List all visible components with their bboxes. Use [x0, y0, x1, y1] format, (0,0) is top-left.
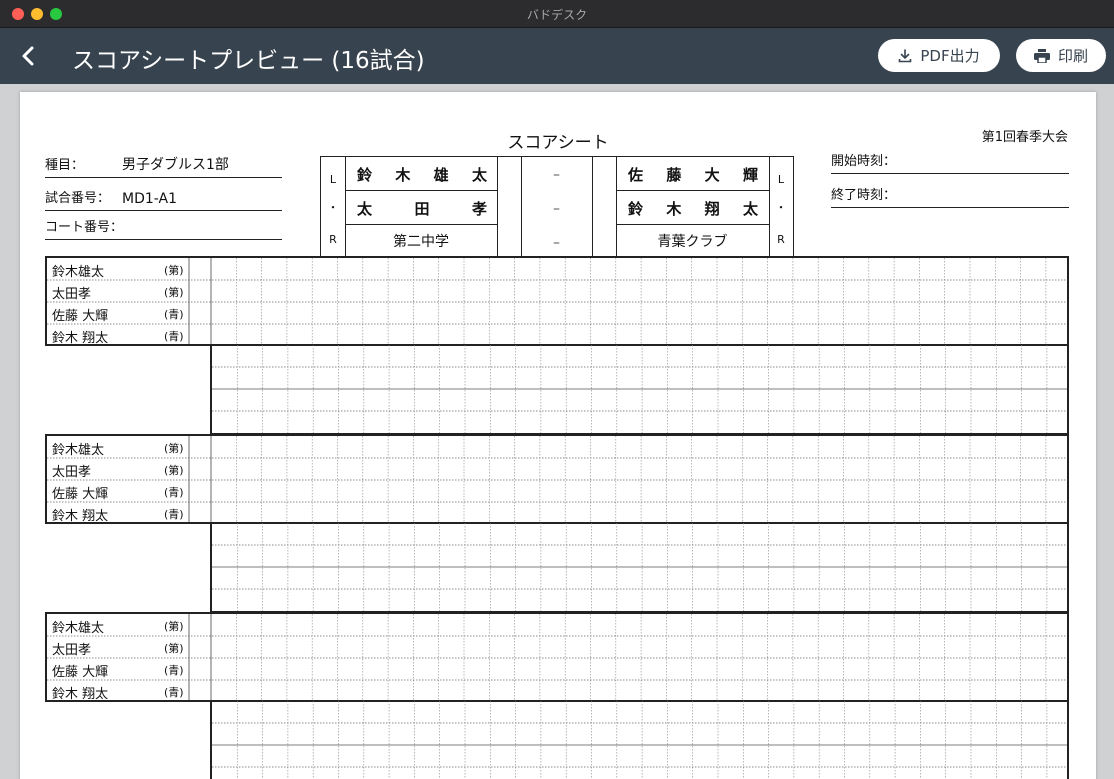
score-grid-box	[210, 523, 1069, 613]
window-titlebar: バドデスク	[0, 0, 1114, 28]
left-team-name: 第二中学	[393, 234, 449, 250]
app-header: スコアシートプレビュー (16試合) PDF出力 印刷	[0, 28, 1114, 84]
print-label: 印刷	[1057, 47, 1088, 65]
game-1-score: –	[553, 167, 560, 183]
player-grid-lines	[47, 436, 1067, 522]
lr-left-mid: ・	[327, 201, 339, 214]
score-grid-box	[210, 701, 1069, 779]
right-player-1: 佐藤大輝	[628, 165, 758, 184]
event-field: 種目： 男子ダブルス1部	[45, 154, 282, 178]
lr-right-bottom: R	[777, 232, 785, 246]
match-number-field: 試合番号： MD1-A1	[45, 187, 282, 211]
player-grid-lines	[47, 258, 1067, 344]
end-time-label: 終了時刻：	[831, 188, 897, 203]
pdf-export-button[interactable]: PDF出力	[878, 39, 1000, 72]
lr-left-bottom: R	[329, 232, 337, 246]
lr-right-mid: ・	[775, 201, 787, 214]
court-number-field: コート番号：	[45, 216, 282, 240]
player-rows-box: 鈴木雄太 (第) 太田孝 (第) 佐藤 大輝 (青) 鈴木 翔太 (青)	[45, 434, 1069, 524]
pdf-export-label: PDF出力	[920, 47, 980, 65]
event-label: 種目：	[45, 158, 85, 173]
tournament-name: 第1回春季大会	[981, 130, 1068, 145]
player-rows-box: 鈴木雄太 (第) 太田孝 (第) 佐藤 大輝 (青) 鈴木 翔太 (青)	[45, 256, 1069, 346]
start-time-field: 開始時刻：	[831, 150, 1069, 174]
game-3-score: –	[553, 235, 560, 251]
score-grid-box	[210, 345, 1069, 435]
page-title: スコアシートプレビュー (16試合)	[72, 48, 425, 74]
right-player-2: 鈴木翔太	[628, 199, 758, 218]
player-grid-lines	[47, 614, 1067, 700]
score-sheet: スコアシート 第1回春季大会 種目： 男子ダブルス1部 試合番号： MD1-A1…	[20, 92, 1096, 779]
back-button[interactable]	[14, 42, 42, 70]
player-rows-box: 鈴木雄太 (第) 太田孝 (第) 佐藤 大輝 (青) 鈴木 翔太 (青)	[45, 612, 1069, 702]
start-time-label: 開始時刻：	[831, 154, 897, 169]
court-number-label: コート番号：	[45, 220, 124, 235]
score-grid-lines	[212, 701, 1067, 779]
end-time-field: 終了時刻：	[831, 184, 1069, 208]
match-number-label: 試合番号：	[45, 191, 111, 206]
match-number-value: MD1-A1	[122, 191, 177, 207]
window-title: バドデスク	[526, 8, 588, 22]
right-team-name: 青葉クラブ	[657, 234, 728, 250]
game-2-score: –	[553, 201, 560, 217]
left-player-1: 鈴木雄太	[357, 165, 487, 184]
print-button[interactable]: 印刷	[1016, 39, 1106, 72]
match-info-box: L ・ R L ・ R 鈴木雄太 太田孝 第二中学 佐藤大輝 鈴木翔太 青葉クラ…	[320, 156, 794, 258]
score-grid-lines	[212, 523, 1067, 611]
left-player-2: 太田孝	[357, 199, 487, 218]
event-value: 男子ダブルス1部	[122, 157, 229, 173]
lr-right-top: L	[777, 172, 785, 186]
lr-left-top: L	[329, 172, 337, 186]
preview-area[interactable]: スコアシート 第1回春季大会 種目： 男子ダブルス1部 試合番号： MD1-A1…	[0, 84, 1114, 779]
printer-icon	[1033, 48, 1050, 63]
download-icon	[899, 48, 912, 62]
chevron-left-icon	[22, 46, 34, 66]
score-grid-lines	[212, 345, 1067, 433]
